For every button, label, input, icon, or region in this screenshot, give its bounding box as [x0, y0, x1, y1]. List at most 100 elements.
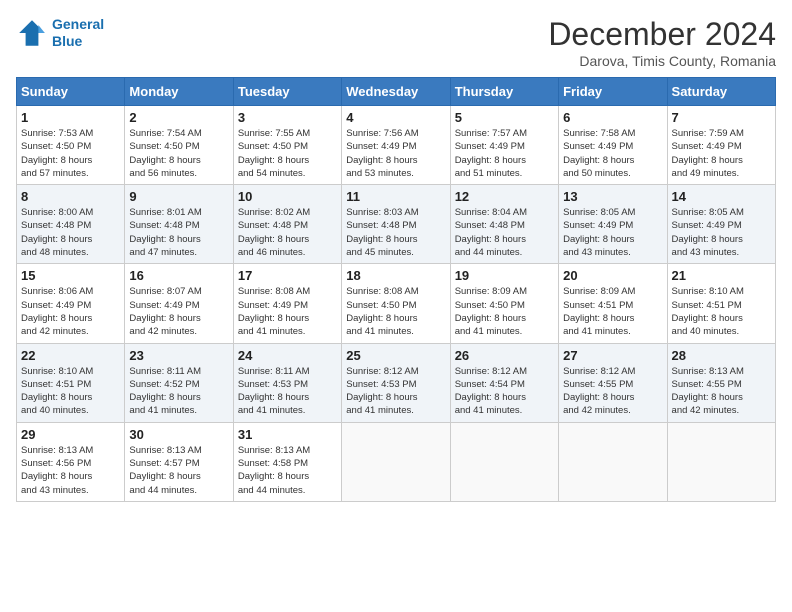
calendar-header-row: SundayMondayTuesdayWednesdayThursdayFrid… [17, 78, 776, 106]
day-number: 6 [563, 110, 662, 125]
day-number: 25 [346, 348, 445, 363]
day-number: 13 [563, 189, 662, 204]
calendar-cell: 17 Sunrise: 8:08 AM Sunset: 4:49 PM Dayli… [233, 264, 341, 343]
day-number: 23 [129, 348, 228, 363]
day-header-friday: Friday [559, 78, 667, 106]
calendar-cell: 29Sunrise: 8:13 AM Sunset: 4:56 PM Dayli… [17, 422, 125, 501]
calendar-cell [342, 422, 450, 501]
day-number: 20 [563, 268, 662, 283]
day-info: Sunrise: 8:12 AM Sunset: 4:55 PM Dayligh… [563, 365, 662, 418]
day-number: 26 [455, 348, 554, 363]
day-info: Sunrise: 7:55 AM Sunset: 4:50 PM Dayligh… [238, 127, 337, 180]
day-number: 12 [455, 189, 554, 204]
day-info: Sunrise: 8:00 AM Sunset: 4:48 PM Dayligh… [21, 206, 120, 259]
day-info: Sunrise: 8:08 AM Sunset: 4:49 PM Dayligh… [238, 285, 337, 338]
calendar-cell: 2 Sunrise: 7:54 AM Sunset: 4:50 PM Daylig… [125, 106, 233, 185]
calendar-cell: 4Sunrise: 7:56 AM Sunset: 4:49 PM Daylig… [342, 106, 450, 185]
day-info: Sunrise: 8:10 AM Sunset: 4:51 PM Dayligh… [672, 285, 771, 338]
calendar-cell: 10Sunrise: 8:02 AM Sunset: 4:48 PM Dayli… [233, 185, 341, 264]
day-number: 24 [238, 348, 337, 363]
day-number: 5 [455, 110, 554, 125]
day-info: Sunrise: 8:05 AM Sunset: 4:49 PM Dayligh… [563, 206, 662, 259]
calendar-cell: 21Sunrise: 8:10 AM Sunset: 4:51 PM Dayli… [667, 264, 775, 343]
day-number: 27 [563, 348, 662, 363]
calendar-cell: 30 Sunrise: 8:13 AM Sunset: 4:57 PM Dayli… [125, 422, 233, 501]
day-number: 16 [129, 268, 228, 283]
day-info: Sunrise: 8:09 AM Sunset: 4:50 PM Dayligh… [455, 285, 554, 338]
calendar-week-row: 22 Sunrise: 8:10 AM Sunset: 4:51 PM Dayli… [17, 343, 776, 422]
calendar-cell: 8 Sunrise: 8:00 AM Sunset: 4:48 PM Daylig… [17, 185, 125, 264]
day-info: Sunrise: 8:11 AM Sunset: 4:53 PM Dayligh… [238, 365, 337, 418]
calendar-cell: 25Sunrise: 8:12 AM Sunset: 4:53 PM Dayli… [342, 343, 450, 422]
day-info: Sunrise: 8:06 AM Sunset: 4:49 PM Dayligh… [21, 285, 120, 338]
day-number: 8 [21, 189, 120, 204]
day-info: Sunrise: 8:13 AM Sunset: 4:57 PM Dayligh… [129, 444, 228, 497]
calendar-cell: 16 Sunrise: 8:07 AM Sunset: 4:49 PM Dayli… [125, 264, 233, 343]
calendar-cell: 26 Sunrise: 8:12 AM Sunset: 4:54 PM Dayli… [450, 343, 558, 422]
calendar-cell [450, 422, 558, 501]
calendar-cell: 23Sunrise: 8:11 AM Sunset: 4:52 PM Dayli… [125, 343, 233, 422]
calendar-cell: 7 Sunrise: 7:59 AM Sunset: 4:49 PM Daylig… [667, 106, 775, 185]
day-number: 7 [672, 110, 771, 125]
day-number: 10 [238, 189, 337, 204]
day-info: Sunrise: 8:05 AM Sunset: 4:49 PM Dayligh… [672, 206, 771, 259]
day-info: Sunrise: 7:57 AM Sunset: 4:49 PM Dayligh… [455, 127, 554, 180]
calendar-cell: 11 Sunrise: 8:03 AM Sunset: 4:48 PM Dayli… [342, 185, 450, 264]
calendar-cell: 31 Sunrise: 8:13 AM Sunset: 4:58 PM Dayli… [233, 422, 341, 501]
location-subtitle: Darova, Timis County, Romania [548, 53, 776, 69]
day-header-thursday: Thursday [450, 78, 558, 106]
calendar-cell: 3 Sunrise: 7:55 AM Sunset: 4:50 PM Daylig… [233, 106, 341, 185]
calendar-week-row: 15 Sunrise: 8:06 AM Sunset: 4:49 PM Dayli… [17, 264, 776, 343]
day-number: 17 [238, 268, 337, 283]
day-number: 31 [238, 427, 337, 442]
day-info: Sunrise: 7:56 AM Sunset: 4:49 PM Dayligh… [346, 127, 445, 180]
day-header-wednesday: Wednesday [342, 78, 450, 106]
day-number: 2 [129, 110, 228, 125]
day-number: 11 [346, 189, 445, 204]
day-number: 1 [21, 110, 120, 125]
day-number: 28 [672, 348, 771, 363]
day-number: 9 [129, 189, 228, 204]
day-header-saturday: Saturday [667, 78, 775, 106]
calendar-cell: 22 Sunrise: 8:10 AM Sunset: 4:51 PM Dayli… [17, 343, 125, 422]
day-info: Sunrise: 8:08 AM Sunset: 4:50 PM Dayligh… [346, 285, 445, 338]
day-info: Sunrise: 8:10 AM Sunset: 4:51 PM Dayligh… [21, 365, 120, 418]
day-info: Sunrise: 8:07 AM Sunset: 4:49 PM Dayligh… [129, 285, 228, 338]
calendar-cell: 6 Sunrise: 7:58 AM Sunset: 4:49 PM Daylig… [559, 106, 667, 185]
calendar-cell [559, 422, 667, 501]
day-number: 22 [21, 348, 120, 363]
calendar-body: 1 Sunrise: 7:53 AM Sunset: 4:50 PM Daylig… [17, 106, 776, 502]
day-number: 30 [129, 427, 228, 442]
calendar-cell: 13 Sunrise: 8:05 AM Sunset: 4:49 PM Dayli… [559, 185, 667, 264]
calendar-cell: 19Sunrise: 8:09 AM Sunset: 4:50 PM Dayli… [450, 264, 558, 343]
day-number: 3 [238, 110, 337, 125]
calendar-cell: 20Sunrise: 8:09 AM Sunset: 4:51 PM Dayli… [559, 264, 667, 343]
calendar-cell: 9Sunrise: 8:01 AM Sunset: 4:48 PM Daylig… [125, 185, 233, 264]
calendar-cell: 24 Sunrise: 8:11 AM Sunset: 4:53 PM Dayli… [233, 343, 341, 422]
calendar-cell: 12 Sunrise: 8:04 AM Sunset: 4:48 PM Dayli… [450, 185, 558, 264]
day-number: 14 [672, 189, 771, 204]
day-header-monday: Monday [125, 78, 233, 106]
calendar-table: SundayMondayTuesdayWednesdayThursdayFrid… [16, 77, 776, 502]
day-info: Sunrise: 8:13 AM Sunset: 4:58 PM Dayligh… [238, 444, 337, 497]
day-info: Sunrise: 8:12 AM Sunset: 4:54 PM Dayligh… [455, 365, 554, 418]
day-info: Sunrise: 7:58 AM Sunset: 4:49 PM Dayligh… [563, 127, 662, 180]
day-info: Sunrise: 7:54 AM Sunset: 4:50 PM Dayligh… [129, 127, 228, 180]
day-header-sunday: Sunday [17, 78, 125, 106]
calendar-cell: 1 Sunrise: 7:53 AM Sunset: 4:50 PM Daylig… [17, 106, 125, 185]
day-info: Sunrise: 7:53 AM Sunset: 4:50 PM Dayligh… [21, 127, 120, 180]
calendar-cell: 15 Sunrise: 8:06 AM Sunset: 4:49 PM Dayli… [17, 264, 125, 343]
logo: General Blue [16, 16, 104, 50]
calendar-cell: 18 Sunrise: 8:08 AM Sunset: 4:50 PM Dayli… [342, 264, 450, 343]
calendar-week-row: 29Sunrise: 8:13 AM Sunset: 4:56 PM Dayli… [17, 422, 776, 501]
day-number: 15 [21, 268, 120, 283]
day-info: Sunrise: 7:59 AM Sunset: 4:49 PM Dayligh… [672, 127, 771, 180]
logo-icon [16, 17, 48, 49]
day-info: Sunrise: 8:04 AM Sunset: 4:48 PM Dayligh… [455, 206, 554, 259]
calendar-cell: 5 Sunrise: 7:57 AM Sunset: 4:49 PM Daylig… [450, 106, 558, 185]
day-info: Sunrise: 8:13 AM Sunset: 4:55 PM Dayligh… [672, 365, 771, 418]
day-header-tuesday: Tuesday [233, 78, 341, 106]
day-number: 18 [346, 268, 445, 283]
day-info: Sunrise: 8:03 AM Sunset: 4:48 PM Dayligh… [346, 206, 445, 259]
calendar-cell: 28 Sunrise: 8:13 AM Sunset: 4:55 PM Dayli… [667, 343, 775, 422]
